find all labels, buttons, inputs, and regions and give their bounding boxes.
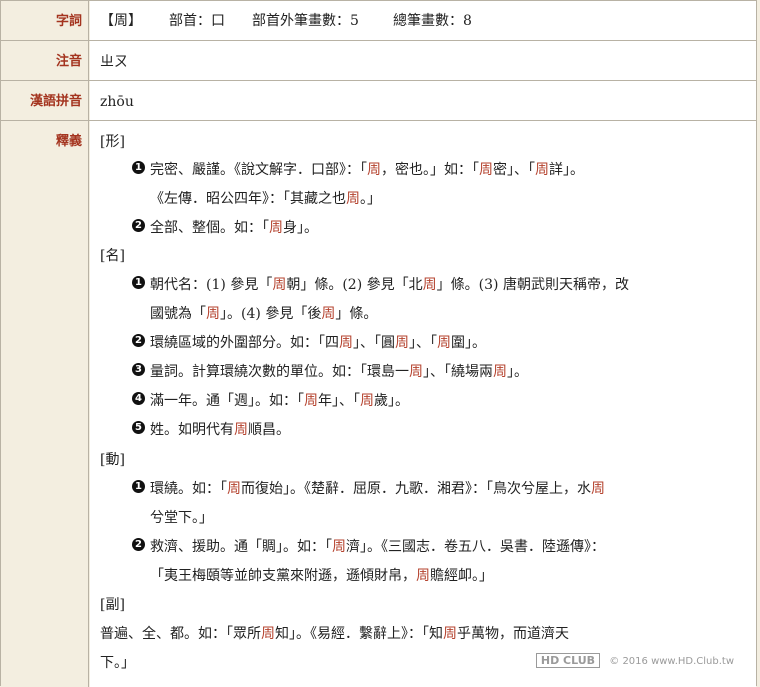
value-pinyin: zhōu	[90, 81, 756, 120]
definition-line: 下。」	[100, 655, 135, 671]
definition-line: 全部、整個。如：「周身」。	[150, 220, 318, 236]
dictionary-entry-table: 字詞 【周】 部首：口 部首外筆畫數：5 總筆畫數：8 注音 ㄓㄡ 漢語拼音 z…	[0, 0, 757, 687]
section-adverb: [副]	[100, 597, 125, 613]
number-badge: 1	[132, 276, 145, 289]
definition-line: 完密、嚴謹。《說文解字．口部》：「周，密也。」如：「周密」、「周詳」。	[150, 162, 584, 178]
pinyin-text: zhōu	[100, 94, 134, 110]
section-adjective: [形]	[100, 134, 125, 150]
section-verb: [動]	[100, 452, 125, 468]
definition-line: 環繞。如：「周而復始」。《楚辭．屈原．九歌．湘君》：「鳥次兮屋上，水周	[150, 481, 605, 497]
definition-line: 滿一年。通「週」。如：「周年」、「周歲」。	[150, 393, 409, 409]
watermark-logo: HD CLUB	[535, 653, 601, 668]
label-char: 字詞	[1, 1, 89, 40]
number-badge: 2	[132, 538, 145, 551]
watermark: HD CLUB © 2016 www.HD.Club.tw	[535, 653, 734, 668]
label-meaning: 釋義	[1, 121, 89, 687]
value-meaning: [形] 1 完密、嚴謹。《說文解字．口部》：「周，密也。」如：「周密」、「周詳」…	[90, 121, 756, 687]
definition-line: 普遍、全、都。如：「眾所周知」。《易經．繫辭上》：「知周乎萬物，而道濟天	[100, 626, 569, 642]
definition-line: 《左傳．昭公四年》：「其藏之也周。」	[150, 191, 381, 207]
radical: 部首：口	[169, 13, 225, 29]
value-zhuyin: ㄓㄡ	[90, 41, 756, 80]
number-badge: 4	[132, 392, 145, 405]
number-badge: 5	[132, 421, 145, 434]
total-strokes: 總筆畫數：8	[393, 13, 472, 29]
definition-line: 兮堂下。」	[150, 510, 213, 526]
value-char: 【周】 部首：口 部首外筆畫數：5 總筆畫數：8	[90, 1, 756, 40]
strokes-outside-radical: 部首外筆畫數：5	[252, 13, 359, 29]
row-pinyin: 漢語拼音 zhōu	[1, 80, 756, 120]
number-badge: 2	[132, 219, 145, 232]
definition-line: 朝代名：(1) 參見「周朝」條。(2) 參見「北周」條。(3) 唐朝武則天稱帝，…	[150, 277, 629, 293]
definition-line: 姓。如明代有周順昌。	[150, 422, 290, 438]
zhuyin-text: ㄓㄡ	[100, 54, 128, 70]
row-char: 字詞 【周】 部首：口 部首外筆畫數：5 總筆畫數：8	[1, 0, 756, 40]
definition-line: 「夷王梅頤等並帥支黨來附遜，遜傾財帛，周贍經卹。」	[150, 568, 493, 584]
number-badge: 1	[132, 480, 145, 493]
label-zhuyin: 注音	[1, 41, 89, 80]
definition-line: 救濟、援助。通「賙」。如：「周濟」。《三國志．卷五八．吳書．陸遜傳》：	[150, 539, 605, 555]
number-badge: 1	[132, 161, 145, 174]
watermark-text: © 2016 www.HD.Club.tw	[609, 656, 734, 667]
number-badge: 2	[132, 334, 145, 347]
definition-line: 國號為「周」。(4) 參見「後周」條。	[150, 306, 378, 322]
definition-line: 環繞區域的外圍部分。如：「四周」、「圓周」、「周圍」。	[150, 335, 486, 351]
row-meaning: 釋義 [形] 1 完密、嚴謹。《說文解字．口部》：「周，密也。」如：「周密」、「…	[1, 120, 756, 687]
number-badge: 3	[132, 363, 145, 376]
entry-char: 【周】	[100, 13, 142, 29]
label-pinyin: 漢語拼音	[1, 81, 89, 120]
section-noun: [名]	[100, 248, 125, 264]
definition-line: 量詞。計算環繞次數的單位。如：「環島一周」、「繞場兩周」。	[150, 364, 528, 380]
row-zhuyin: 注音 ㄓㄡ	[1, 40, 756, 80]
